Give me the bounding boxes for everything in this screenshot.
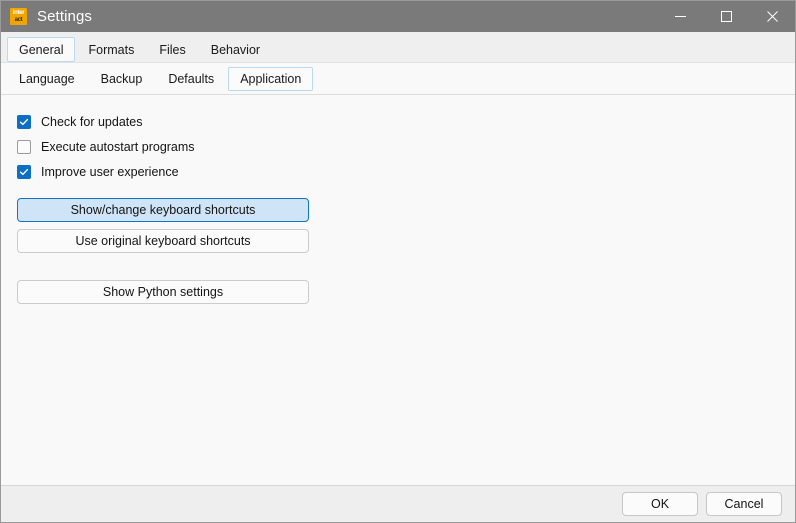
tab-defaults[interactable]: Defaults — [156, 66, 227, 91]
application-settings-content: Check for updates Execute autostart prog… — [1, 95, 795, 485]
tab-general[interactable]: General — [7, 37, 76, 62]
dialog-footer: OK Cancel — [1, 485, 795, 522]
checkbox-label-check-for-updates: Check for updates — [41, 114, 143, 129]
window-controls — [657, 1, 795, 32]
checkbox-label-improve-user-experience: Improve user experience — [41, 164, 179, 179]
checkbox-check-for-updates[interactable] — [17, 114, 31, 129]
checkbox-improve-user-experience[interactable] — [17, 164, 31, 179]
tab-formats-label: Formats — [88, 42, 135, 57]
minimize-icon[interactable] — [657, 1, 703, 32]
cancel-button[interactable]: Cancel — [706, 492, 782, 516]
tab-backup[interactable]: Backup — [88, 66, 155, 91]
app-logo-line2: act — [14, 16, 23, 23]
show-python-settings-button[interactable]: Show Python settings — [17, 280, 309, 304]
show-change-keyboard-shortcuts-button[interactable]: Show/change keyboard shortcuts — [17, 198, 309, 222]
app-logo-icon: inter act — [10, 8, 27, 25]
tab-backup-label: Backup — [100, 71, 143, 86]
checkbox-row-execute-autostart-programs[interactable]: Execute autostart programs — [17, 136, 795, 157]
secondary-tab-bar: Language Backup Defaults Application — [1, 63, 795, 95]
tab-application-label: Application — [240, 71, 302, 86]
tab-formats[interactable]: Formats — [76, 37, 147, 62]
settings-window: inter act Settings General Formats Files — [0, 0, 796, 523]
app-logo-line1: inter — [12, 9, 25, 16]
ok-button[interactable]: OK — [622, 492, 698, 516]
maximize-icon[interactable] — [703, 1, 749, 32]
tab-behavior[interactable]: Behavior — [198, 37, 273, 62]
tab-defaults-label: Defaults — [168, 71, 215, 86]
tab-behavior-label: Behavior — [210, 42, 261, 57]
checkbox-row-improve-user-experience[interactable]: Improve user experience — [17, 161, 795, 182]
checkbox-label-execute-autostart-programs: Execute autostart programs — [41, 139, 195, 154]
tab-application[interactable]: Application — [228, 66, 314, 91]
tab-language-label: Language — [19, 71, 75, 86]
tab-general-label: General — [19, 42, 64, 57]
general-tab-panel: Language Backup Defaults Application Che… — [1, 62, 795, 485]
title-bar: inter act Settings — [1, 1, 795, 32]
tab-files-label: Files — [159, 42, 186, 57]
use-original-keyboard-shortcuts-button[interactable]: Use original keyboard shortcuts — [17, 229, 309, 253]
checkbox-row-check-for-updates[interactable]: Check for updates — [17, 111, 795, 132]
tab-language[interactable]: Language — [7, 66, 87, 91]
primary-tab-bar: General Formats Files Behavior — [1, 32, 795, 62]
checkbox-execute-autostart-programs[interactable] — [17, 139, 31, 154]
close-icon[interactable] — [749, 1, 795, 32]
window-title: Settings — [37, 8, 92, 25]
tab-files[interactable]: Files — [147, 37, 198, 62]
